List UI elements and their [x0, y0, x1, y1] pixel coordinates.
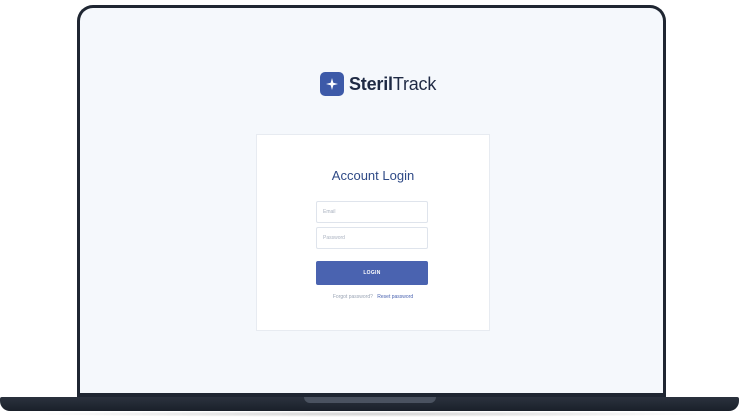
laptop-lid: SterilTrack Account Login LOGIN Forgot p… [77, 5, 666, 397]
laptop-base-notch [304, 397, 436, 403]
login-card: Account Login LOGIN Forgot password? Res… [256, 134, 490, 331]
brand-name-bold: Steril [349, 73, 393, 94]
email-field[interactable] [316, 201, 428, 223]
laptop-base [0, 397, 739, 411]
laptop-mockup: SterilTrack Account Login LOGIN Forgot p… [0, 0, 739, 419]
password-field[interactable] [316, 227, 428, 249]
login-screen: SterilTrack Account Login LOGIN Forgot p… [80, 8, 663, 393]
brand-name-regular: Track [392, 73, 437, 94]
brand-name: SterilTrack [349, 74, 436, 95]
brand-logo: SterilTrack [320, 72, 436, 96]
plus-sparkle-icon [320, 72, 344, 96]
forgot-password-text: Forgot password? [332, 294, 373, 300]
card-title: Account Login [331, 168, 415, 183]
laptop-shadow [20, 411, 719, 417]
reset-password-link[interactable]: Reset password [377, 294, 413, 300]
login-footer: Forgot password? Reset password [257, 294, 489, 300]
login-button[interactable]: LOGIN [316, 261, 428, 285]
